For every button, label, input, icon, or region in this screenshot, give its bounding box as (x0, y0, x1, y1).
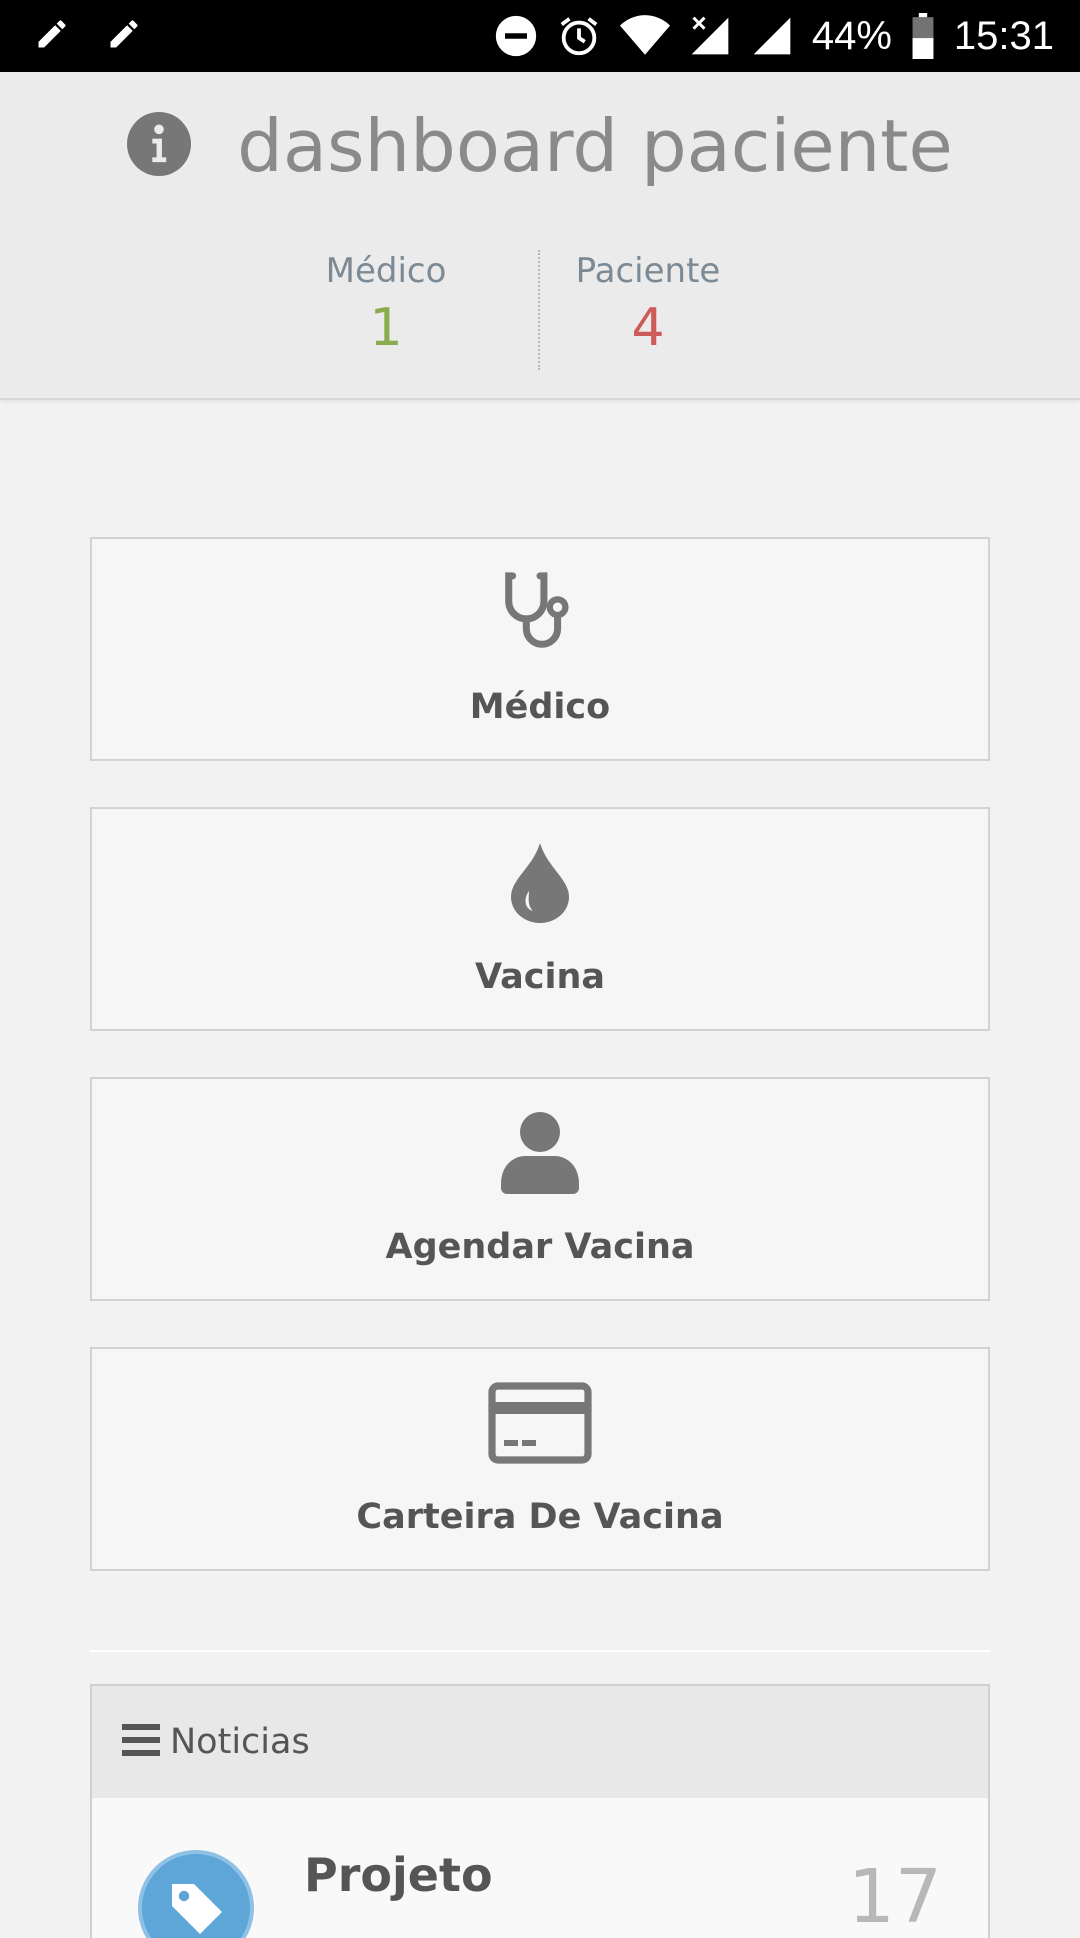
status-bar: 44% 15:31 (0, 0, 1080, 72)
no-signal-icon (688, 14, 732, 58)
news-panel-header: Noticias (90, 1684, 990, 1800)
stats-row: Médico 1 Paciente 4 (0, 250, 1080, 370)
battery-percent: 44% (811, 13, 892, 58)
tile-carteira-de-vacina[interactable]: Carteira De Vacina (90, 1347, 990, 1571)
pencil-icon (34, 16, 70, 52)
drop-icon (92, 839, 988, 927)
divider (90, 1650, 990, 1652)
stat-value: 4 (631, 298, 665, 358)
stethoscope-icon (92, 569, 988, 657)
page-title: dashboard paciente (237, 104, 953, 188)
user-icon (92, 1109, 988, 1197)
tile-label: Vacina (474, 957, 606, 997)
dashboard-header: dashboard paciente Médico 1 Paciente 4 (0, 72, 1080, 400)
wifi-icon (619, 14, 670, 58)
tile-label: Carteira De Vacina (356, 1497, 724, 1537)
news-item-count: 17 (847, 1854, 942, 1938)
news-item-title: Projeto (304, 1848, 493, 1902)
tag-icon (138, 1850, 254, 1938)
battery-icon (910, 13, 936, 59)
signal-icon (750, 14, 794, 58)
menu-icon (122, 1723, 160, 1761)
stat-label: Paciente (575, 251, 721, 291)
stat-paciente[interactable]: Paciente 4 (528, 250, 768, 360)
do-not-disturb-icon (494, 14, 538, 58)
stat-value: 1 (369, 298, 403, 358)
stat-label: Médico (325, 251, 447, 291)
credit-card-icon (92, 1379, 988, 1467)
tile-medico[interactable]: Médico (90, 537, 990, 761)
tile-label: Médico (469, 687, 611, 727)
pencil-icon (106, 16, 142, 52)
alarm-icon (556, 13, 602, 59)
news-list: Projeto 17 (90, 1798, 990, 1938)
clock: 15:31 (953, 13, 1054, 58)
news-header-label: Noticias (170, 1722, 310, 1762)
tile-vacina[interactable]: Vacina (90, 807, 990, 1031)
stat-medico[interactable]: Médico 1 (266, 250, 506, 360)
tile-agendar-vacina[interactable]: Agendar Vacina (90, 1077, 990, 1301)
info-icon[interactable] (127, 111, 192, 181)
tile-label: Agendar Vacina (385, 1227, 695, 1267)
